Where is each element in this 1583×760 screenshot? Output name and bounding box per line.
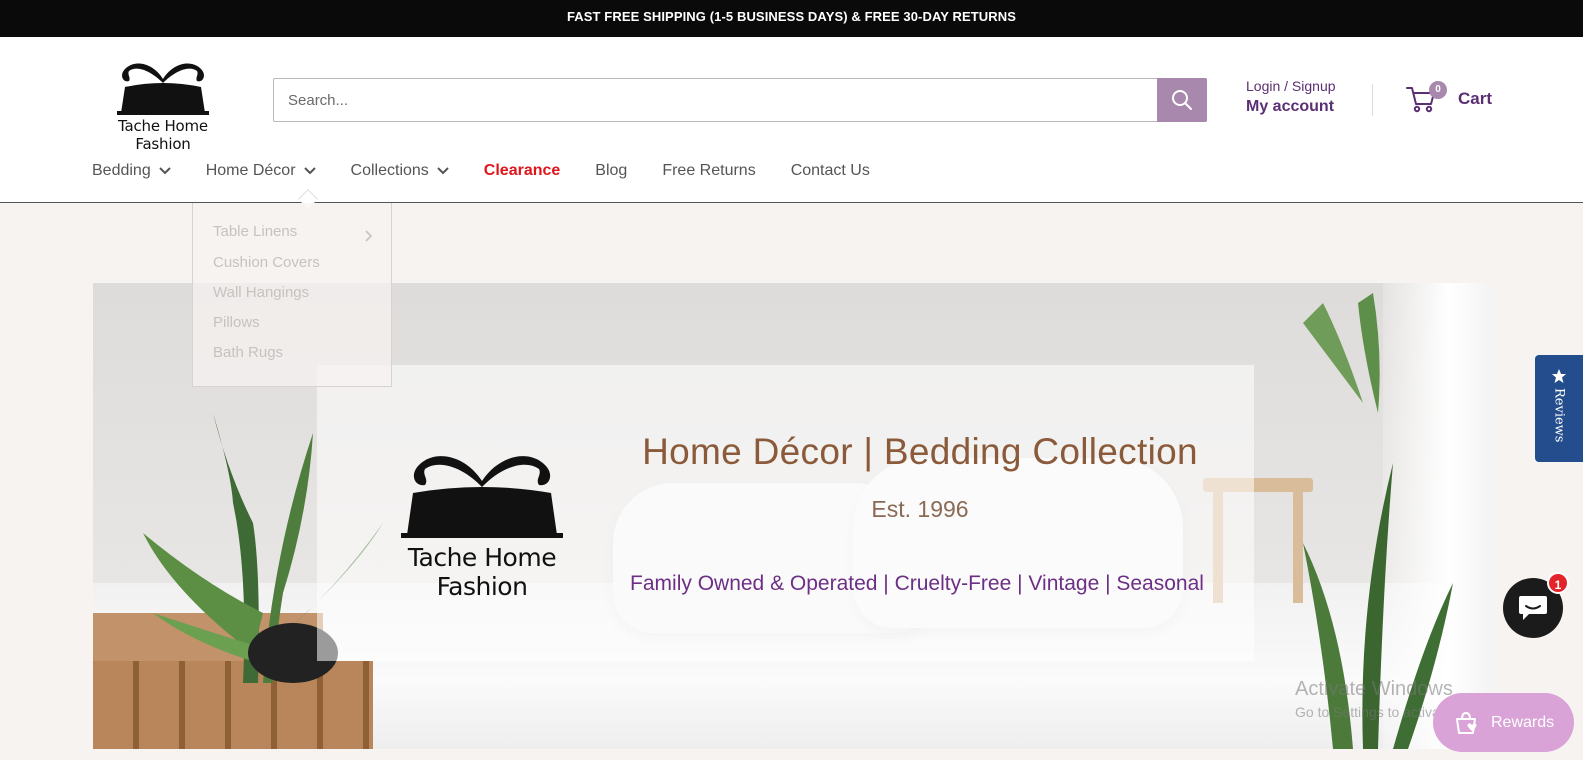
- search-button[interactable]: [1157, 78, 1207, 122]
- mustache-house-logo-icon: [401, 456, 563, 538]
- chevron-down-icon: [303, 167, 316, 175]
- login-signup-link[interactable]: Login / Signup: [1246, 78, 1356, 94]
- shopping-bag-heart-icon: [1456, 711, 1477, 734]
- header-divider: [1372, 84, 1373, 116]
- nav-item-collections[interactable]: Collections: [351, 162, 449, 180]
- announcement-bar: FAST FREE SHIPPING (1-5 BUSINESS DAYS) &…: [0, 0, 1583, 37]
- search-input[interactable]: [274, 79, 1156, 121]
- my-account-link[interactable]: My account: [1246, 98, 1356, 116]
- chevron-right-icon: [365, 230, 373, 242]
- chat-bubble-icon: [1519, 596, 1547, 620]
- hero-tagline: Family Owned & Operated | Cruelty-Free |…: [630, 572, 1204, 595]
- cart-label: Cart: [1458, 89, 1493, 108]
- nav-item-home-decor[interactable]: Home Décor: [206, 162, 316, 180]
- site-header: Tache Home Fashion Login / Signup My acc…: [0, 37, 1583, 209]
- nav-item-contact-us[interactable]: Contact Us: [791, 162, 870, 180]
- nav-item-label: Free Returns: [662, 162, 756, 179]
- chevron-down-icon: [437, 167, 449, 175]
- nav-item-clearance[interactable]: Clearance: [484, 162, 561, 180]
- chat-notification-badge: 1: [1547, 572, 1569, 594]
- nav-item-label: Collections: [350, 162, 429, 179]
- brand-name: Tache Home Fashion: [118, 117, 208, 153]
- hero-established: Est. 1996: [871, 496, 969, 522]
- reviews-tab-label: Reviews: [1551, 388, 1567, 443]
- nav-item-label: Home Décor: [205, 162, 296, 179]
- dropdown-item-wall-hangings[interactable]: Wall Hangings: [213, 284, 309, 301]
- cart-count-badge: 0: [1429, 81, 1447, 99]
- chevron-down-icon: [159, 167, 171, 175]
- hero-brand-name: Tache Home Fashion: [407, 543, 557, 601]
- dropdown-item-pillows[interactable]: Pillows: [213, 314, 260, 331]
- star-icon: [1552, 369, 1566, 383]
- search-icon: [1172, 90, 1192, 110]
- nav-item-blog[interactable]: Blog: [595, 162, 627, 180]
- dropdown-item-cushion-covers[interactable]: Cushion Covers: [213, 254, 320, 271]
- cart-link[interactable]: 0 Cart: [1406, 81, 1496, 117]
- hero-title: Home Décor | Bedding Collection: [642, 431, 1198, 472]
- dropdown-item-bath-rugs[interactable]: Bath Rugs: [213, 344, 283, 361]
- hero-brand-logo: Tache Home Fashion: [367, 445, 597, 601]
- search-bar: [273, 78, 1207, 122]
- account-block: Login / Signup My account: [1246, 78, 1356, 116]
- main-nav: Bedding Home Décor Collections Clearance…: [92, 159, 905, 183]
- nav-item-bedding[interactable]: Bedding: [92, 162, 171, 180]
- rewards-button[interactable]: Rewards: [1433, 693, 1574, 752]
- mustache-house-logo-icon: [117, 63, 209, 115]
- nav-item-label: Contact Us: [790, 162, 870, 179]
- brand-logo[interactable]: Tache Home Fashion: [93, 57, 233, 153]
- dropdown-item-table-linens[interactable]: Table Linens: [213, 223, 297, 240]
- nav-item-label: Clearance: [483, 162, 561, 179]
- nav-item-free-returns[interactable]: Free Returns: [662, 162, 755, 180]
- nav-item-label: Bedding: [92, 162, 151, 179]
- home-decor-dropdown: Table Linens Cushion Covers Wall Hanging…: [192, 203, 392, 387]
- reviews-tab[interactable]: Reviews: [1535, 355, 1583, 462]
- nav-item-label: Blog: [595, 162, 628, 179]
- hero-text-panel: Tache Home Fashion Home Décor | Bedding …: [317, 365, 1254, 661]
- rewards-label: Rewards: [1491, 713, 1555, 731]
